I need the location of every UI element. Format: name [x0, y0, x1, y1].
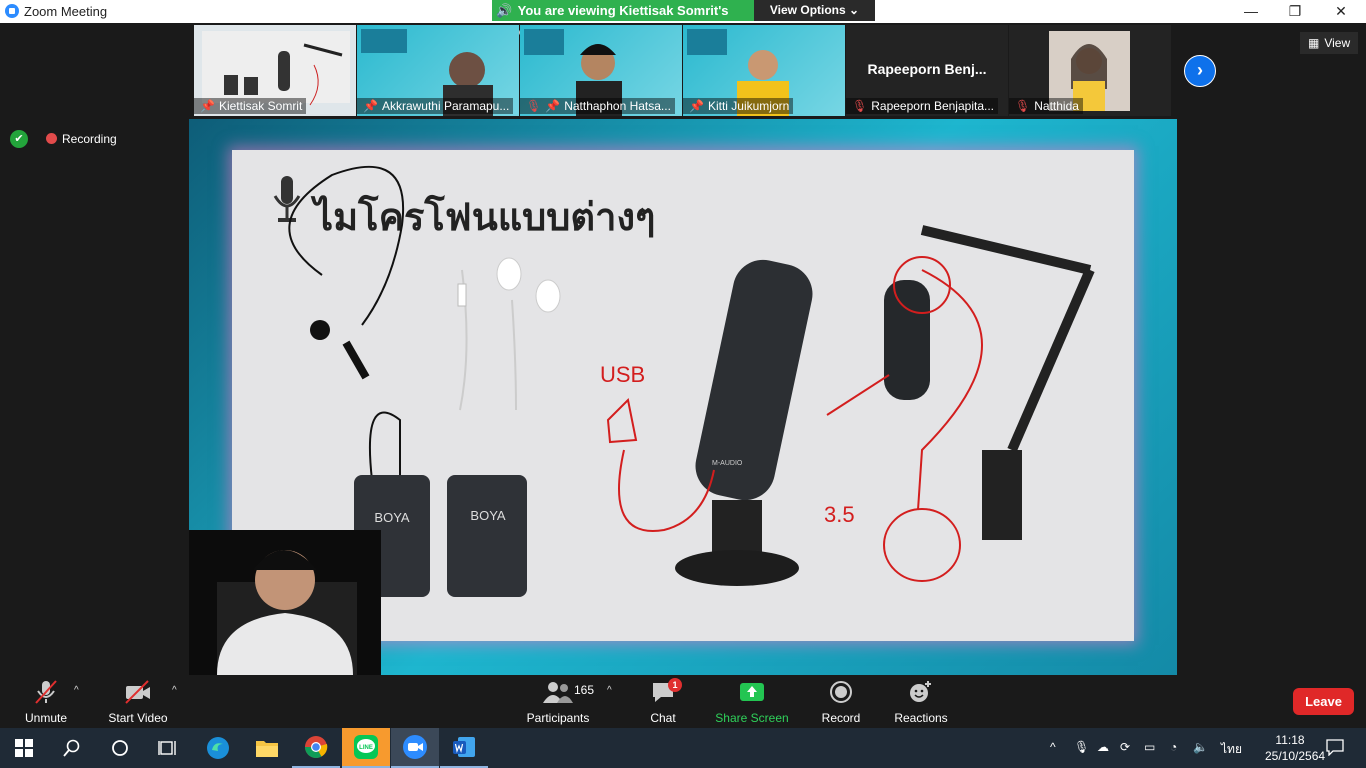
clock-time: 11:18: [1275, 733, 1305, 747]
boya-label: BOYA: [470, 508, 505, 523]
task-view-button[interactable]: [144, 728, 192, 768]
search-icon: [63, 739, 80, 757]
restore-button[interactable]: ❐: [1272, 0, 1318, 23]
taskbar-file-explorer[interactable]: [243, 728, 291, 768]
edge-icon: [207, 737, 229, 759]
view-options-button[interactable]: View Options ⌄: [754, 0, 875, 21]
wifi-icon[interactable]: ◔: [1170, 740, 1177, 754]
thumbnail-akkrawuthi[interactable]: 📌 Akkrawuthi Paramapu...: [357, 25, 519, 116]
clock[interactable]: 11:18 25/10/2564: [1265, 732, 1326, 764]
taskbar-zoom[interactable]: [391, 728, 439, 768]
jack-annotation: 3.5: [824, 502, 855, 527]
start-button[interactable]: [0, 728, 48, 768]
participant-count: 165: [574, 683, 595, 697]
video-off-icon: [102, 679, 174, 705]
record-icon: [808, 679, 874, 705]
onedrive-icon[interactable]: ☁: [1097, 740, 1109, 754]
reactions-icon: [888, 679, 954, 705]
thumbnail-natthida[interactable]: 🎙 Natthida: [1009, 25, 1171, 116]
participant-name: 🎙 Natthida: [1009, 98, 1083, 114]
language-indicator[interactable]: ไทย: [1221, 740, 1242, 759]
pin-icon: 📌: [363, 99, 378, 113]
cortana-icon: [112, 740, 128, 756]
participant-name: 📌 Akkrawuthi Paramapu...: [357, 98, 514, 114]
chat-badge: 1: [668, 678, 682, 692]
notification-icon[interactable]: [1326, 738, 1344, 759]
muted-mic-icon: 🎙: [852, 99, 868, 113]
participant-name: 🎙 📌 Natthaphon Hatsa...: [520, 98, 675, 114]
usb-annotation: USB: [600, 362, 645, 387]
taskbar-word[interactable]: [440, 728, 488, 768]
svg-text:LINE: LINE: [359, 745, 373, 751]
m-audio-label: M-AUDIO: [712, 460, 743, 467]
grid-view-icon: ▦: [1308, 36, 1320, 50]
line-app-icon: LINE: [354, 735, 378, 759]
pin-icon: 📌: [545, 99, 561, 113]
video-options-caret[interactable]: ^: [172, 685, 177, 696]
thumbnail-kitti[interactable]: 📌 Kitti Juikumjorn: [683, 25, 845, 116]
chevron-right-icon: ›: [1197, 60, 1203, 80]
windows-taskbar: LINE ^ 🎙 ☁ ⟳ ▭ ◔ 🔈 ไทย 11:18 25/10/2564: [0, 728, 1366, 768]
windows-logo-icon: [15, 739, 33, 757]
folder-icon: [256, 741, 278, 757]
microphone-tray-icon[interactable]: 🎙: [1074, 740, 1089, 754]
pin-icon: 📌: [689, 99, 704, 113]
share-screen-icon: [712, 679, 792, 705]
window-title: Zoom Meeting: [24, 4, 108, 19]
task-view-icon: [158, 741, 176, 755]
recording-dot-icon: [46, 133, 57, 144]
share-screen-button[interactable]: Share Screen: [712, 679, 792, 725]
participant-name: 📌 Kitti Juikumjorn: [683, 98, 794, 114]
clock-date: 25/10/2564: [1265, 749, 1326, 763]
record-button[interactable]: Record: [808, 679, 874, 725]
start-video-button[interactable]: Start Video: [102, 679, 174, 725]
zoom-app-icon: [5, 4, 19, 18]
pin-icon: 📌: [200, 99, 215, 113]
presenter-video: [189, 530, 381, 675]
recording-indicator: Recording: [42, 130, 117, 148]
word-icon: [453, 737, 475, 757]
viewing-screen-banner: 🔊 You are viewing Kiettisak Somrit's scr…: [492, 0, 754, 39]
show-hidden-icons[interactable]: ^: [1050, 740, 1056, 754]
chat-button[interactable]: Chat: [630, 679, 696, 725]
reactions-button[interactable]: Reactions: [888, 679, 954, 725]
thumbnail-natthaphon[interactable]: 🎙 📌 Natthaphon Hatsa...: [520, 25, 682, 116]
view-button[interactable]: ▦ View: [1300, 32, 1358, 54]
participant-name: 📌 Kiettisak Somrit: [194, 98, 307, 114]
audio-options-caret[interactable]: ^: [74, 685, 79, 696]
muted-mic-icon: [10, 679, 82, 705]
muted-mic-icon: 🎙: [1015, 99, 1031, 113]
close-button[interactable]: ✕: [1318, 0, 1364, 23]
taskbar-edge[interactable]: [194, 728, 242, 768]
next-page-button[interactable]: ›: [1184, 55, 1216, 87]
search-button[interactable]: [48, 728, 96, 768]
zoom-icon: [403, 735, 427, 759]
chrome-icon: [305, 736, 328, 758]
participant-name: 🎙 Rapeeporn Benjapita...: [846, 98, 998, 114]
participant-display-name: Rapeeporn Benj...: [867, 61, 987, 77]
minimize-button[interactable]: —: [1228, 0, 1274, 23]
chat-icon: [630, 679, 696, 705]
boya-label: BOYA: [374, 510, 409, 525]
participants-options-caret[interactable]: ^: [607, 685, 612, 696]
leave-button[interactable]: Leave: [1293, 688, 1354, 715]
cortana-button[interactable]: [96, 728, 144, 768]
thumbnail-rapeeporn[interactable]: Rapeeporn Benj... 🎙 Rapeeporn Benjapita..…: [846, 25, 1008, 116]
unmute-button[interactable]: Unmute: [10, 679, 82, 725]
taskbar-line[interactable]: LINE: [342, 728, 390, 768]
taskbar-chrome[interactable]: [292, 728, 340, 768]
chevron-down-icon: ⌄: [849, 3, 860, 17]
thumbnail-kiettisak[interactable]: 📌 Kiettisak Somrit: [194, 25, 356, 116]
muted-mic-icon: 🎙: [526, 99, 542, 113]
battery-icon[interactable]: ▭: [1144, 740, 1155, 754]
shared-screen: ไมโครโฟนแบบต่างๆ BOYA BOYA M-AUDIO USB 3…: [189, 119, 1177, 675]
view-options-label: View Options: [769, 3, 846, 17]
volume-icon[interactable]: 🔈: [1193, 740, 1208, 754]
security-shield-icon[interactable]: ✔: [10, 130, 28, 148]
update-icon[interactable]: ⟳: [1120, 740, 1130, 754]
speaker-icon: 🔊: [496, 3, 513, 18]
